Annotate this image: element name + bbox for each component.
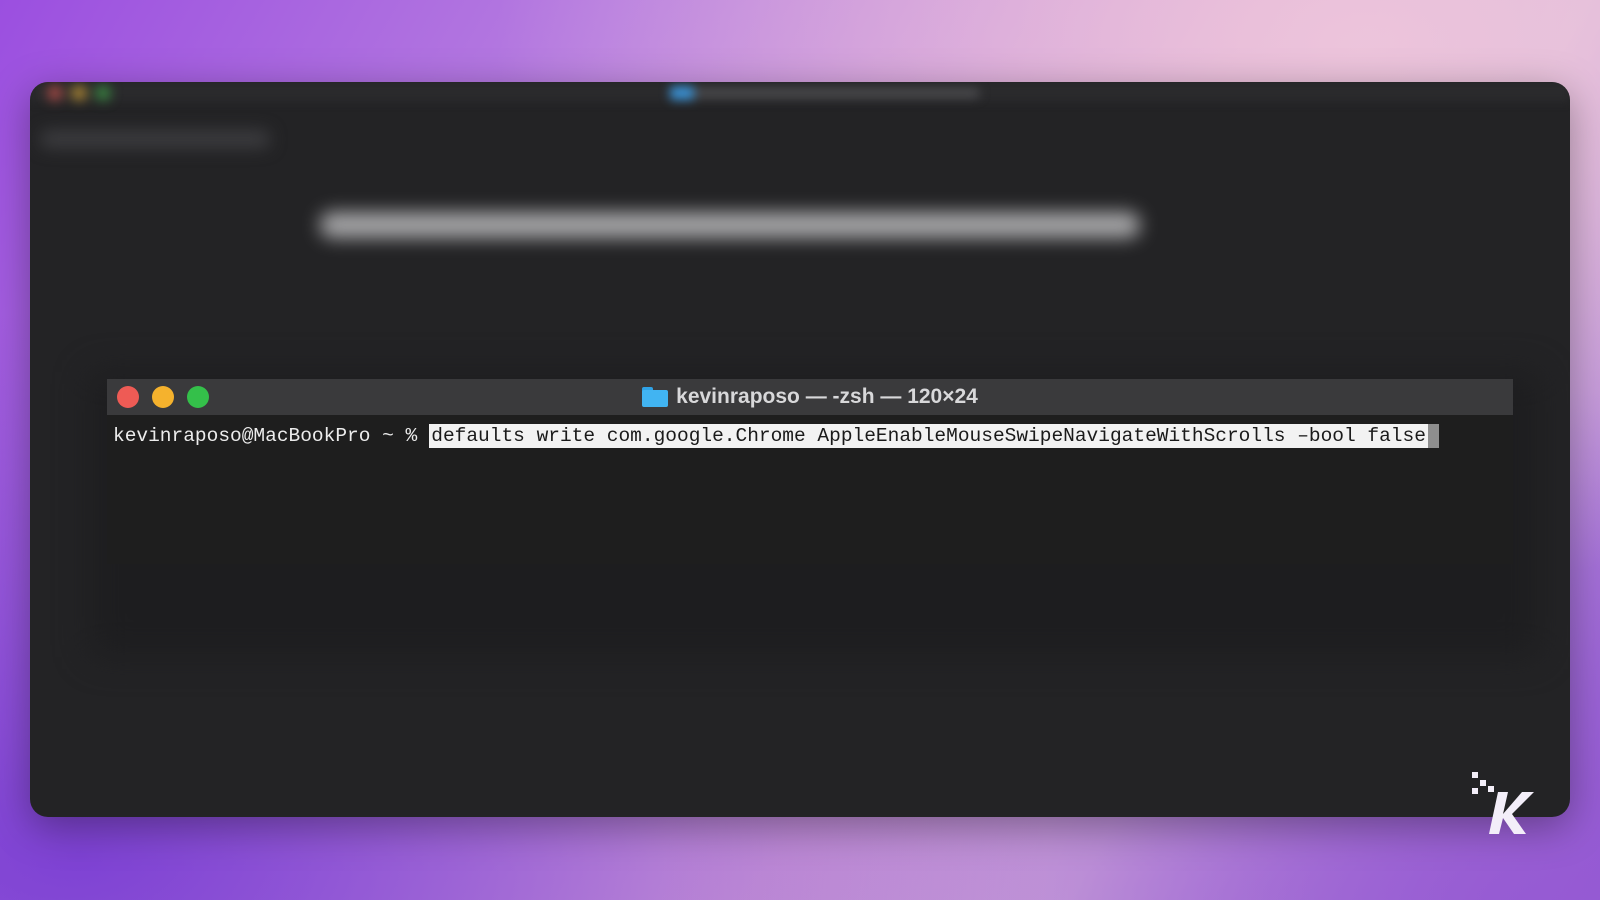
window-title: kevinraposo — -zsh — 120×24 bbox=[107, 379, 1513, 415]
shell-prompt: kevinraposo@MacBookPro ~ % bbox=[113, 425, 418, 447]
terminal-content[interactable]: kevinraposo@MacBookPro ~ % defaults write… bbox=[113, 424, 1507, 448]
terminal-window[interactable]: kevinraposo — -zsh — 120×24 kevinraposo@… bbox=[107, 379, 1513, 564]
text-cursor bbox=[1427, 424, 1439, 448]
folder-icon bbox=[642, 387, 669, 407]
window-title-text: kevinraposo — -zsh — 120×24 bbox=[676, 385, 978, 408]
knowtechie-k-logo bbox=[1472, 772, 1534, 834]
background-command-blurred bbox=[320, 212, 1140, 238]
background-prompt-blurred bbox=[40, 130, 270, 148]
background-traffic-lights bbox=[48, 86, 110, 100]
terminal-titlebar[interactable]: kevinraposo — -zsh — 120×24 bbox=[107, 379, 1513, 415]
background-window-title-blurred bbox=[670, 86, 980, 100]
command-text-selected[interactable]: defaults write com.google.Chrome AppleEn… bbox=[429, 424, 1428, 448]
